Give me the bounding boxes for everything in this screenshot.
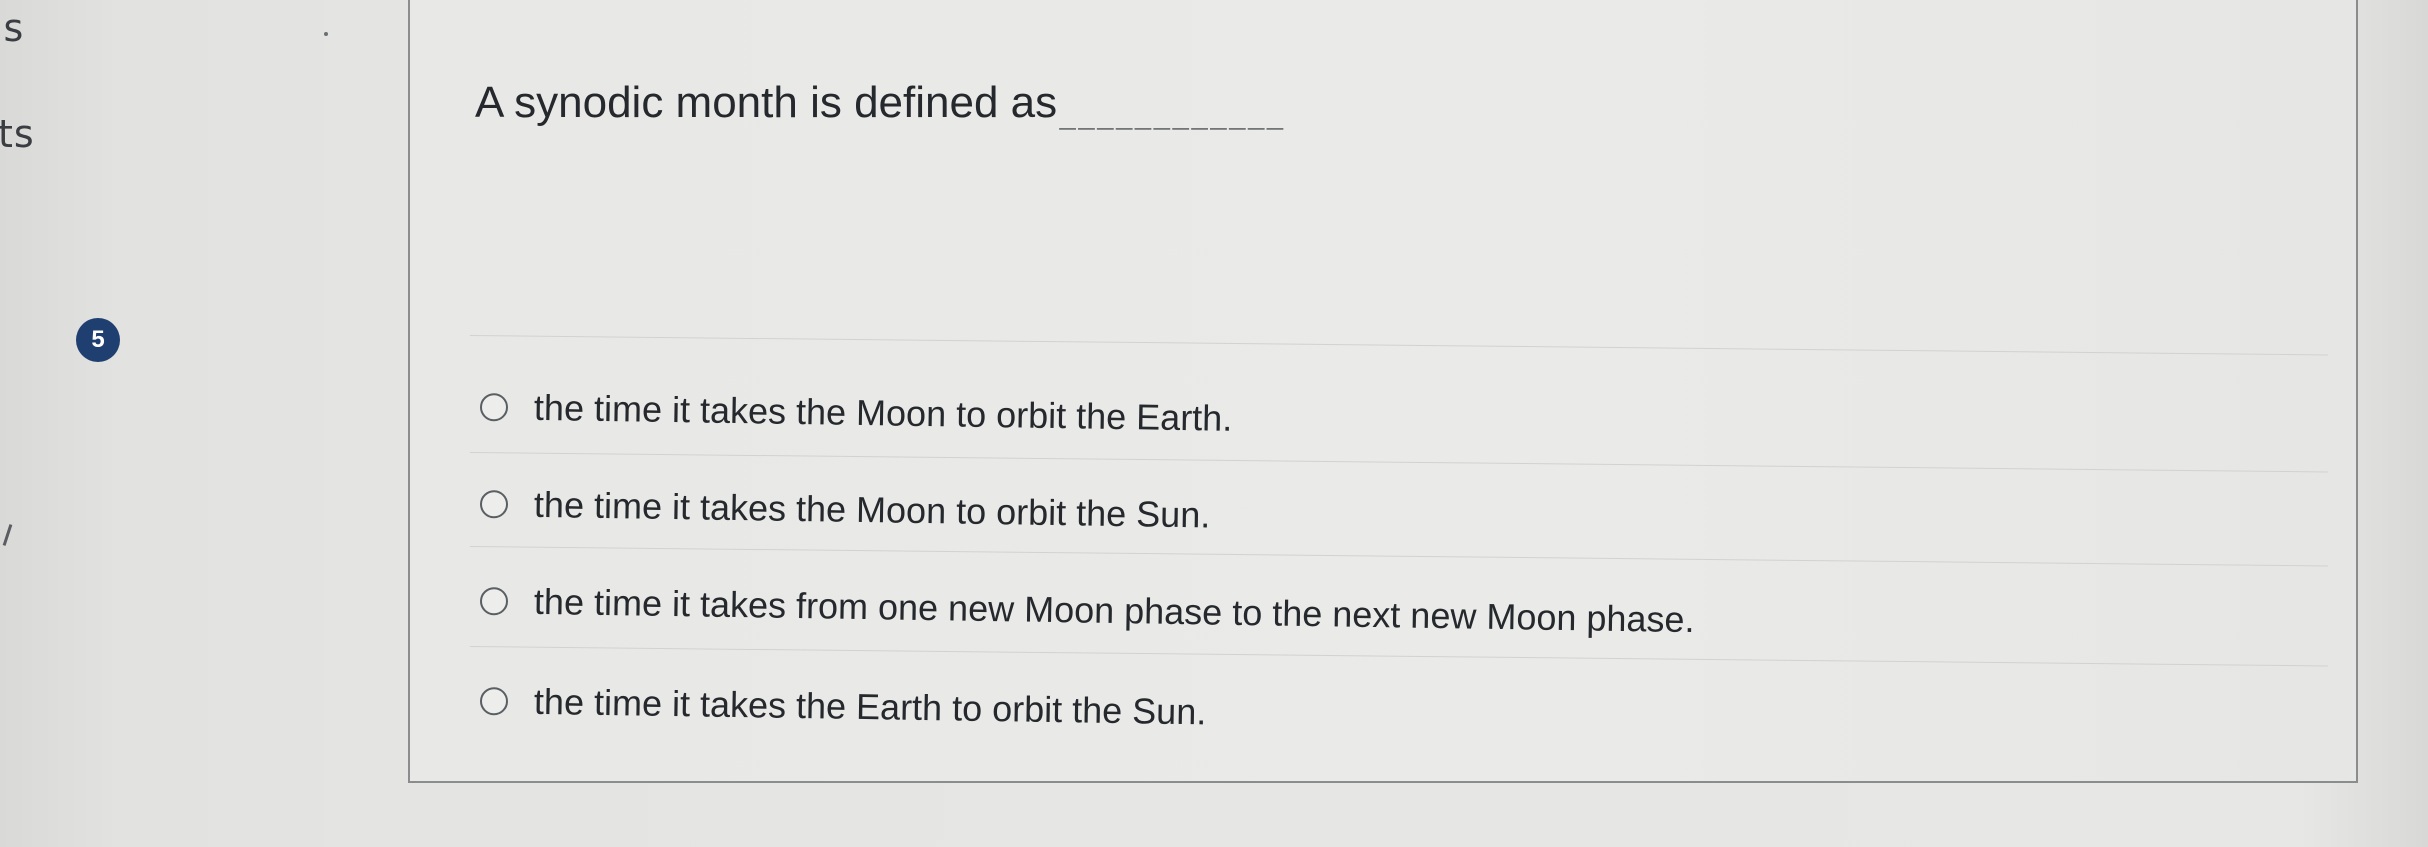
fill-in-blank: ____________ (1059, 97, 1286, 130)
question-prompt: A synodic month is defined as___________… (475, 78, 1286, 130)
radio-button-2[interactable] (479, 490, 509, 519)
radio-button-1[interactable] (479, 393, 509, 422)
radio-button-3[interactable] (479, 587, 509, 616)
question-prompt-text: A synodic month is defined as (475, 78, 1058, 127)
radio-button-4[interactable] (479, 687, 509, 716)
sidebar-fragment-top: ıs (0, 6, 25, 50)
sidebar-fragment-tick (2, 524, 13, 546)
sidebar-fragment-mid: ts (0, 112, 35, 156)
question-number-badge: 5 (76, 318, 120, 362)
screen-speck (324, 32, 328, 36)
